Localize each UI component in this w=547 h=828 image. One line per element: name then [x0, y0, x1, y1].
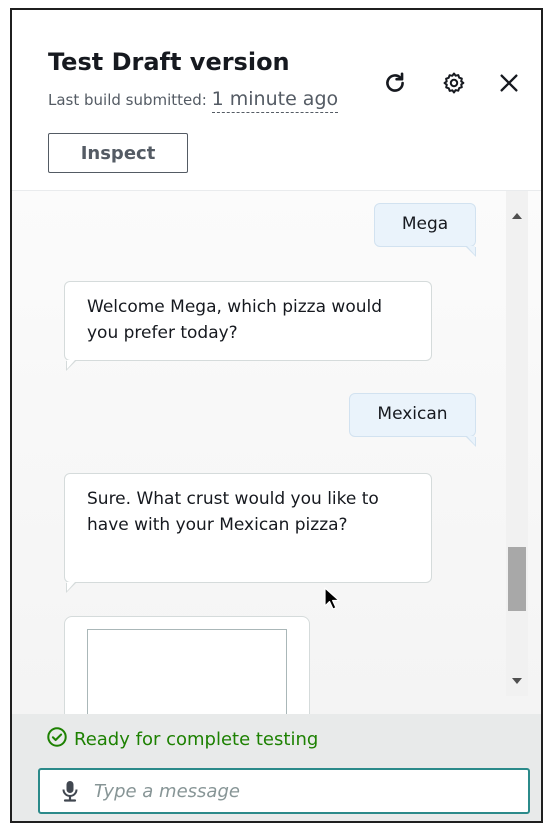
- check-circle-icon: [46, 726, 68, 753]
- chat-scrollbar[interactable]: [506, 191, 528, 696]
- build-status: Last build submitted: 1 minute ago: [48, 88, 339, 113]
- close-icon[interactable]: [492, 66, 526, 100]
- card-image-placeholder: [87, 629, 287, 714]
- response-card: [64, 616, 310, 714]
- bubble-tail: [66, 582, 76, 593]
- chat-transcript: Mega Welcome Mega, which pizza would you…: [12, 191, 541, 714]
- message-text: Mexican: [377, 404, 448, 424]
- message-text: Mega: [401, 214, 449, 234]
- scroll-down-arrow-icon[interactable]: [512, 678, 522, 684]
- test-bot-panel: Test Draft version Last build submitted:…: [10, 8, 543, 823]
- build-label: Last build submitted:: [48, 91, 212, 109]
- scroll-up-arrow-icon[interactable]: [512, 213, 522, 219]
- mouse-pointer-icon: [324, 587, 342, 615]
- settings-icon[interactable]: [437, 66, 471, 100]
- bubble-tail: [466, 246, 476, 257]
- message-input[interactable]: [88, 769, 528, 813]
- bubble-tail: [466, 436, 476, 447]
- bot-message: Welcome Mega, which pizza would you pref…: [64, 281, 432, 361]
- scroll-thumb[interactable]: [508, 547, 526, 611]
- panel-header: Test Draft version Last build submitted:…: [12, 10, 541, 191]
- user-message: Mega: [374, 203, 476, 247]
- status-text: Ready for complete testing: [74, 729, 319, 750]
- inspect-button[interactable]: Inspect: [48, 133, 188, 173]
- build-time[interactable]: 1 minute ago: [211, 88, 339, 113]
- bubble-tail: [66, 360, 76, 371]
- message-input-box[interactable]: [38, 768, 530, 814]
- panel-footer: Ready for complete testing: [12, 714, 541, 821]
- message-text: Sure. What crust would you like to have …: [87, 489, 379, 535]
- test-status: Ready for complete testing: [46, 726, 318, 753]
- user-message: Mexican: [349, 393, 476, 437]
- bot-message: Sure. What crust would you like to have …: [64, 473, 432, 583]
- panel-title: Test Draft version: [48, 48, 290, 76]
- refresh-icon[interactable]: [378, 66, 412, 100]
- message-text: Welcome Mega, which pizza would you pref…: [87, 297, 383, 343]
- microphone-icon[interactable]: [52, 773, 88, 809]
